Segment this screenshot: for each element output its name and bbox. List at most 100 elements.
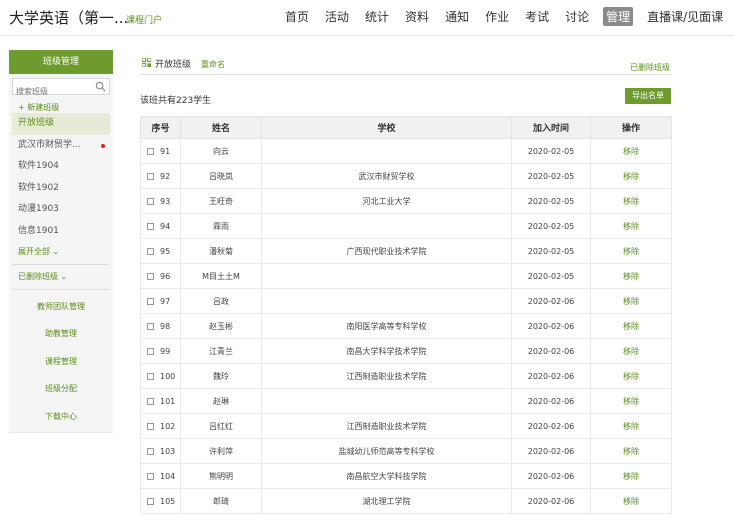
sidebar-divider xyxy=(12,263,110,265)
row-number: 105 xyxy=(160,496,176,506)
row-number: 103 xyxy=(160,446,176,456)
row-checkbox[interactable] xyxy=(147,197,154,205)
row-checkbox[interactable] xyxy=(147,372,154,380)
course-portal-link[interactable]: 课程门户 xyxy=(126,13,162,26)
remove-student-link[interactable]: 移除 xyxy=(623,397,639,406)
remove-student-link[interactable]: 移除 xyxy=(623,297,639,306)
cell-school: 河北工业大学 xyxy=(261,188,512,214)
cell-name: 霖雨 xyxy=(180,213,262,239)
remove-student-link[interactable]: 移除 xyxy=(623,222,639,231)
new-class-button[interactable]: + 新建班级 xyxy=(9,99,113,113)
remove-student-link[interactable]: 移除 xyxy=(623,347,639,356)
sidebar-class-label: 信息1901 xyxy=(18,225,59,236)
col-header-name: 姓名 xyxy=(180,116,262,139)
nav-item-6[interactable]: 考试 xyxy=(523,7,551,26)
row-checkbox[interactable] xyxy=(147,397,154,405)
row-checkbox[interactable] xyxy=(147,447,154,455)
cell-no: 104 xyxy=(140,463,181,489)
remove-student-link[interactable]: 移除 xyxy=(623,247,639,256)
row-checkbox[interactable] xyxy=(147,147,154,155)
nav-item-7[interactable]: 讨论 xyxy=(563,7,591,26)
sidebar-class-item[interactable]: 软件1902 xyxy=(9,178,113,200)
row-checkbox[interactable] xyxy=(147,272,154,280)
class-list: 开放班级武汉市财贸学... 软件1904 软件1902 动漫1903 信息1901 xyxy=(9,113,113,243)
sidebar-class-item[interactable]: 信息1901 xyxy=(9,221,113,243)
row-checkbox[interactable] xyxy=(147,247,154,255)
sidebar-menu-item[interactable]: 课程管理 xyxy=(9,348,113,376)
nav-item-3[interactable]: 资料 xyxy=(403,7,431,26)
row-number: 97 xyxy=(160,296,171,306)
table-row: 94 霖雨 2020-02-05 移除 xyxy=(140,213,672,239)
row-number: 91 xyxy=(160,146,171,156)
sidebar-class-item[interactable]: 动漫1903 xyxy=(9,199,113,221)
sidebar-class-label: 开放班级 xyxy=(18,118,55,128)
col-header-no: 序号 xyxy=(140,116,181,139)
sidebar-menu-item[interactable]: 班级分配 xyxy=(9,375,113,403)
remove-student-link[interactable]: 移除 xyxy=(623,372,639,381)
cell-no: 103 xyxy=(140,438,181,464)
cell-school: 广西现代职业技术学院 xyxy=(261,238,512,264)
table-row: 93 王旺奇 河北工业大学 2020-02-05 移除 xyxy=(140,188,672,214)
export-list-button[interactable]: 导出名单 xyxy=(625,88,671,104)
deleted-classes-link-top[interactable]: 已删除班级 xyxy=(630,62,670,73)
row-checkbox[interactable] xyxy=(147,222,154,230)
nav-item-2[interactable]: 统计 xyxy=(363,7,391,26)
rename-link[interactable]: 重命名 xyxy=(201,59,225,70)
cell-school: 南昌大学科学技术学院 xyxy=(261,338,512,364)
row-checkbox[interactable] xyxy=(147,297,154,305)
cell-join-time: 2020-02-06 xyxy=(511,438,591,464)
cell-action: 移除 xyxy=(590,213,672,239)
row-checkbox[interactable] xyxy=(147,172,154,180)
cell-join-time: 2020-02-05 xyxy=(511,188,591,214)
cell-no: 100 xyxy=(140,363,181,389)
remove-student-link[interactable]: 移除 xyxy=(623,497,639,506)
cell-no: 105 xyxy=(140,488,181,514)
remove-student-link[interactable]: 移除 xyxy=(623,322,639,331)
nav-item-4[interactable]: 通知 xyxy=(443,7,471,26)
nav-item-8[interactable]: 管理 xyxy=(603,7,634,26)
nav-item-9[interactable]: 直播课/见面课 xyxy=(645,7,725,26)
cell-school: 湖北理工学院 xyxy=(261,488,512,514)
row-checkbox[interactable] xyxy=(147,322,154,330)
cell-no: 101 xyxy=(140,388,181,414)
remove-student-link[interactable]: 移除 xyxy=(623,447,639,456)
cell-join-time: 2020-02-05 xyxy=(511,238,591,264)
class-toolbar: 开放班级 重命名 已删除班级 xyxy=(140,50,671,75)
col-header-join-time: 加入时间 xyxy=(511,116,591,139)
cell-name: 赵玉彬 xyxy=(180,313,262,339)
sidebar-menu-item[interactable]: 助教管理 xyxy=(9,320,113,348)
cell-action: 移除 xyxy=(590,313,672,339)
nav-item-0[interactable]: 首页 xyxy=(283,7,311,26)
nav-item-1[interactable]: 活动 xyxy=(323,7,351,26)
remove-student-link[interactable]: 移除 xyxy=(623,422,639,431)
cell-no: 98 xyxy=(140,313,181,339)
table-row: 102 吕红红 江西制造职业技术学院 2020-02-06 移除 xyxy=(140,413,672,439)
cell-join-time: 2020-02-06 xyxy=(511,463,591,489)
sidebar-class-item[interactable]: 武汉市财贸学... xyxy=(9,135,113,157)
cell-join-time: 2020-02-06 xyxy=(511,363,591,389)
sidebar-menu-item[interactable]: 教师团队管理 xyxy=(9,293,113,321)
row-checkbox[interactable] xyxy=(147,472,154,480)
sidebar-menu-item[interactable]: 下载中心 xyxy=(9,403,113,431)
sidebar-class-item[interactable]: 软件1904 xyxy=(9,156,113,178)
sidebar-class-item[interactable]: 开放班级 xyxy=(12,113,110,135)
row-checkbox[interactable] xyxy=(147,497,154,505)
remove-student-link[interactable]: 移除 xyxy=(623,472,639,481)
search-icon[interactable] xyxy=(95,81,106,92)
col-header-school: 学校 xyxy=(261,116,512,139)
current-class-tab[interactable]: 开放班级 xyxy=(155,57,191,70)
sidebar-class-label: 动漫1903 xyxy=(18,204,59,215)
remove-student-link[interactable]: 移除 xyxy=(623,172,639,181)
remove-student-link[interactable]: 移除 xyxy=(623,197,639,206)
sidebar-class-label: 武汉市财贸学... xyxy=(18,139,81,150)
expand-all-link[interactable]: 展开全部 ⌄ xyxy=(9,243,113,261)
deleted-classes-link[interactable]: 已删除班级 ⌄ xyxy=(9,268,113,286)
nav-item-5[interactable]: 作业 xyxy=(483,7,511,26)
remove-student-link[interactable]: 移除 xyxy=(623,272,639,281)
cell-name: M目土土M xyxy=(180,263,262,289)
row-checkbox[interactable] xyxy=(147,422,154,430)
cell-join-time: 2020-02-05 xyxy=(511,263,591,289)
remove-student-link[interactable]: 移除 xyxy=(623,147,639,156)
class-search-input[interactable] xyxy=(13,84,95,99)
row-checkbox[interactable] xyxy=(147,347,154,355)
